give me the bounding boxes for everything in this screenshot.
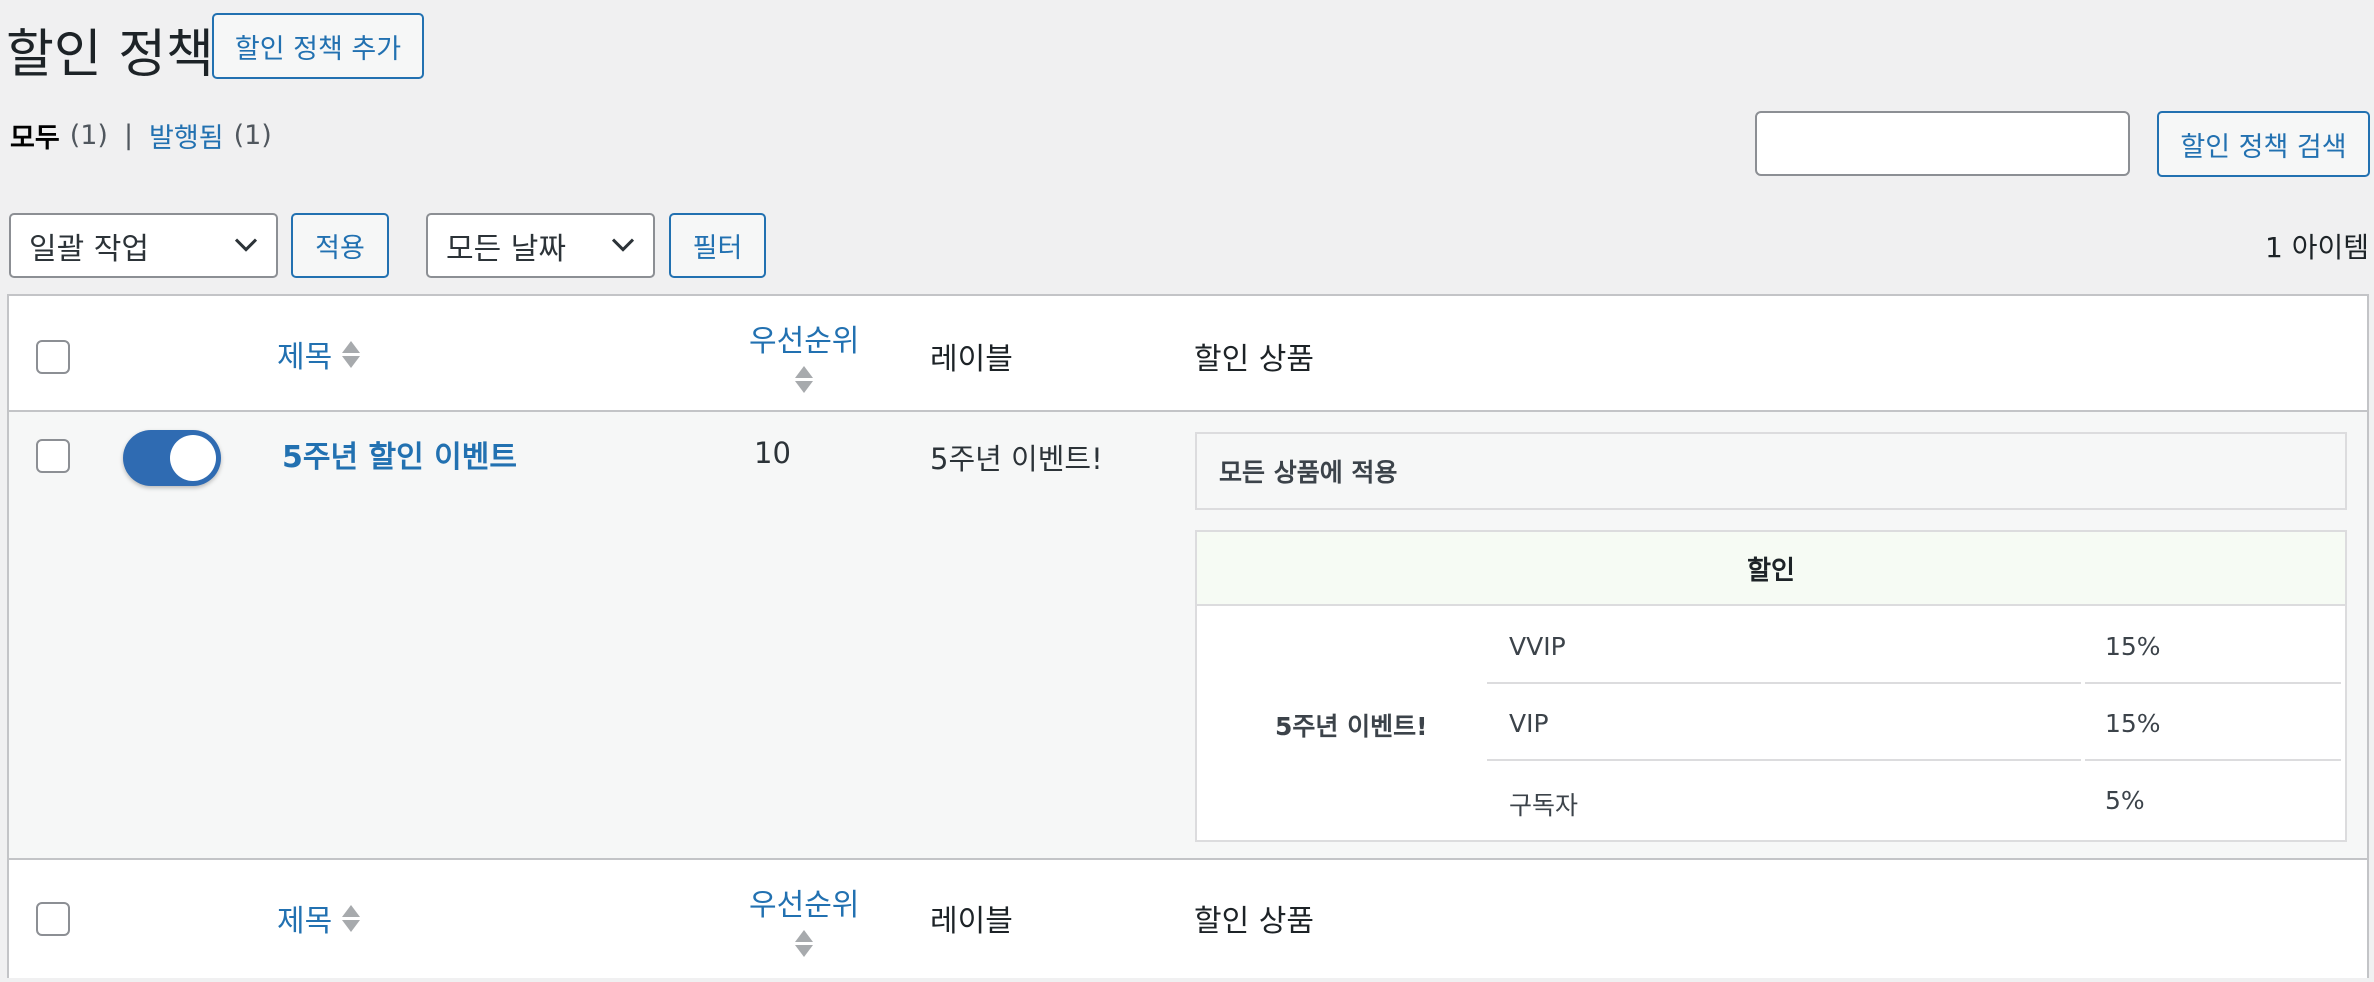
column-title-label: 제목	[277, 904, 333, 939]
column-label-header: 레이블	[930, 342, 1013, 377]
view-all-link[interactable]: 모두	[10, 116, 60, 155]
column-products-header: 할인 상품	[1194, 342, 1314, 377]
policy-priority: 10	[754, 436, 791, 470]
column-products-footer: 할인 상품	[1194, 904, 1314, 939]
policy-label: 5주년 이벤트!	[930, 442, 1103, 476]
column-title-sort[interactable]: 제목	[277, 332, 361, 376]
view-separator: |	[123, 120, 134, 151]
tier-name: 구독자	[1509, 791, 1579, 820]
apply-button[interactable]: 적용	[291, 213, 389, 278]
column-priority-sort[interactable]: 우선순위	[749, 316, 859, 393]
table-header-row: 제목 우선순위 레이블 할인 상품	[9, 296, 2367, 412]
table-footer-row: 제목 우선순위 레이블 할인 상품	[9, 860, 2367, 978]
table-row: 5주년 할인 이벤트 10 5주년 이벤트! 모든 상품에 적용 할인 5주년 …	[9, 412, 2367, 860]
select-all-checkbox-footer[interactable]	[36, 902, 70, 936]
select-all-checkbox[interactable]	[36, 340, 70, 374]
tier-divider	[1487, 682, 2081, 684]
discount-policy-page: 할인 정책 할인 정책 추가 모두 (1) | 발행됨 (1) 할인 정책 검색…	[0, 0, 2374, 982]
column-label-footer: 레이블	[930, 904, 1013, 939]
products-scope: 모든 상품에 적용	[1195, 432, 2347, 510]
status-views: 모두 (1) | 발행됨 (1)	[10, 116, 272, 155]
sort-arrows-icon	[342, 340, 361, 368]
tier-divider	[2085, 759, 2341, 761]
tier-divider	[1487, 759, 2081, 761]
discount-table: 할인 5주년 이벤트! VVIP 15% VIP 15% 구독자 5%	[1195, 530, 2347, 842]
row-checkbox[interactable]	[36, 439, 70, 473]
tier-percent: 15%	[2105, 709, 2161, 738]
view-all-count: (1)	[69, 120, 108, 151]
discount-header: 할인	[1197, 532, 2345, 606]
chevron-down-icon	[611, 238, 635, 252]
policy-table: 제목 우선순위 레이블 할인 상품 5주년 할인 이벤트 10 5주년 이벤트!…	[7, 294, 2369, 978]
item-count: 1 아이템	[2265, 231, 2369, 264]
column-title-label: 제목	[277, 340, 333, 375]
tier-name: VVIP	[1509, 632, 1566, 661]
policy-title-link[interactable]: 5주년 할인 이벤트	[282, 432, 517, 476]
bulk-action-value: 일괄 작업	[29, 231, 149, 267]
column-priority-label: 우선순위	[749, 888, 860, 923]
sort-arrows-icon	[795, 930, 814, 957]
view-published-link[interactable]: 발행됨	[149, 116, 224, 155]
bulk-action-select[interactable]: 일괄 작업	[9, 213, 278, 278]
sort-arrows-icon	[342, 904, 361, 932]
page-title: 할인 정책	[6, 25, 214, 85]
date-filter-value: 모든 날짜	[446, 231, 566, 267]
filter-button[interactable]: 필터	[669, 213, 766, 278]
add-policy-button[interactable]: 할인 정책 추가	[212, 13, 424, 79]
search-button[interactable]: 할인 정책 검색	[2157, 111, 2370, 177]
column-title-sort-footer[interactable]: 제목	[277, 896, 361, 940]
tier-name: VIP	[1509, 709, 1549, 738]
discount-event-label: 5주년 이벤트!	[1275, 712, 1428, 741]
search-input[interactable]	[1755, 111, 2130, 176]
policy-enabled-toggle[interactable]	[123, 430, 221, 486]
date-filter-select[interactable]: 모든 날짜	[426, 213, 655, 278]
view-published-count: (1)	[233, 120, 272, 151]
tier-percent: 15%	[2105, 632, 2161, 661]
sort-arrows-icon	[795, 366, 814, 393]
tier-percent: 5%	[2105, 786, 2145, 815]
column-priority-label: 우선순위	[749, 324, 860, 359]
tier-divider	[2085, 682, 2341, 684]
chevron-down-icon	[234, 238, 258, 252]
column-priority-sort-footer[interactable]: 우선순위	[749, 880, 859, 957]
